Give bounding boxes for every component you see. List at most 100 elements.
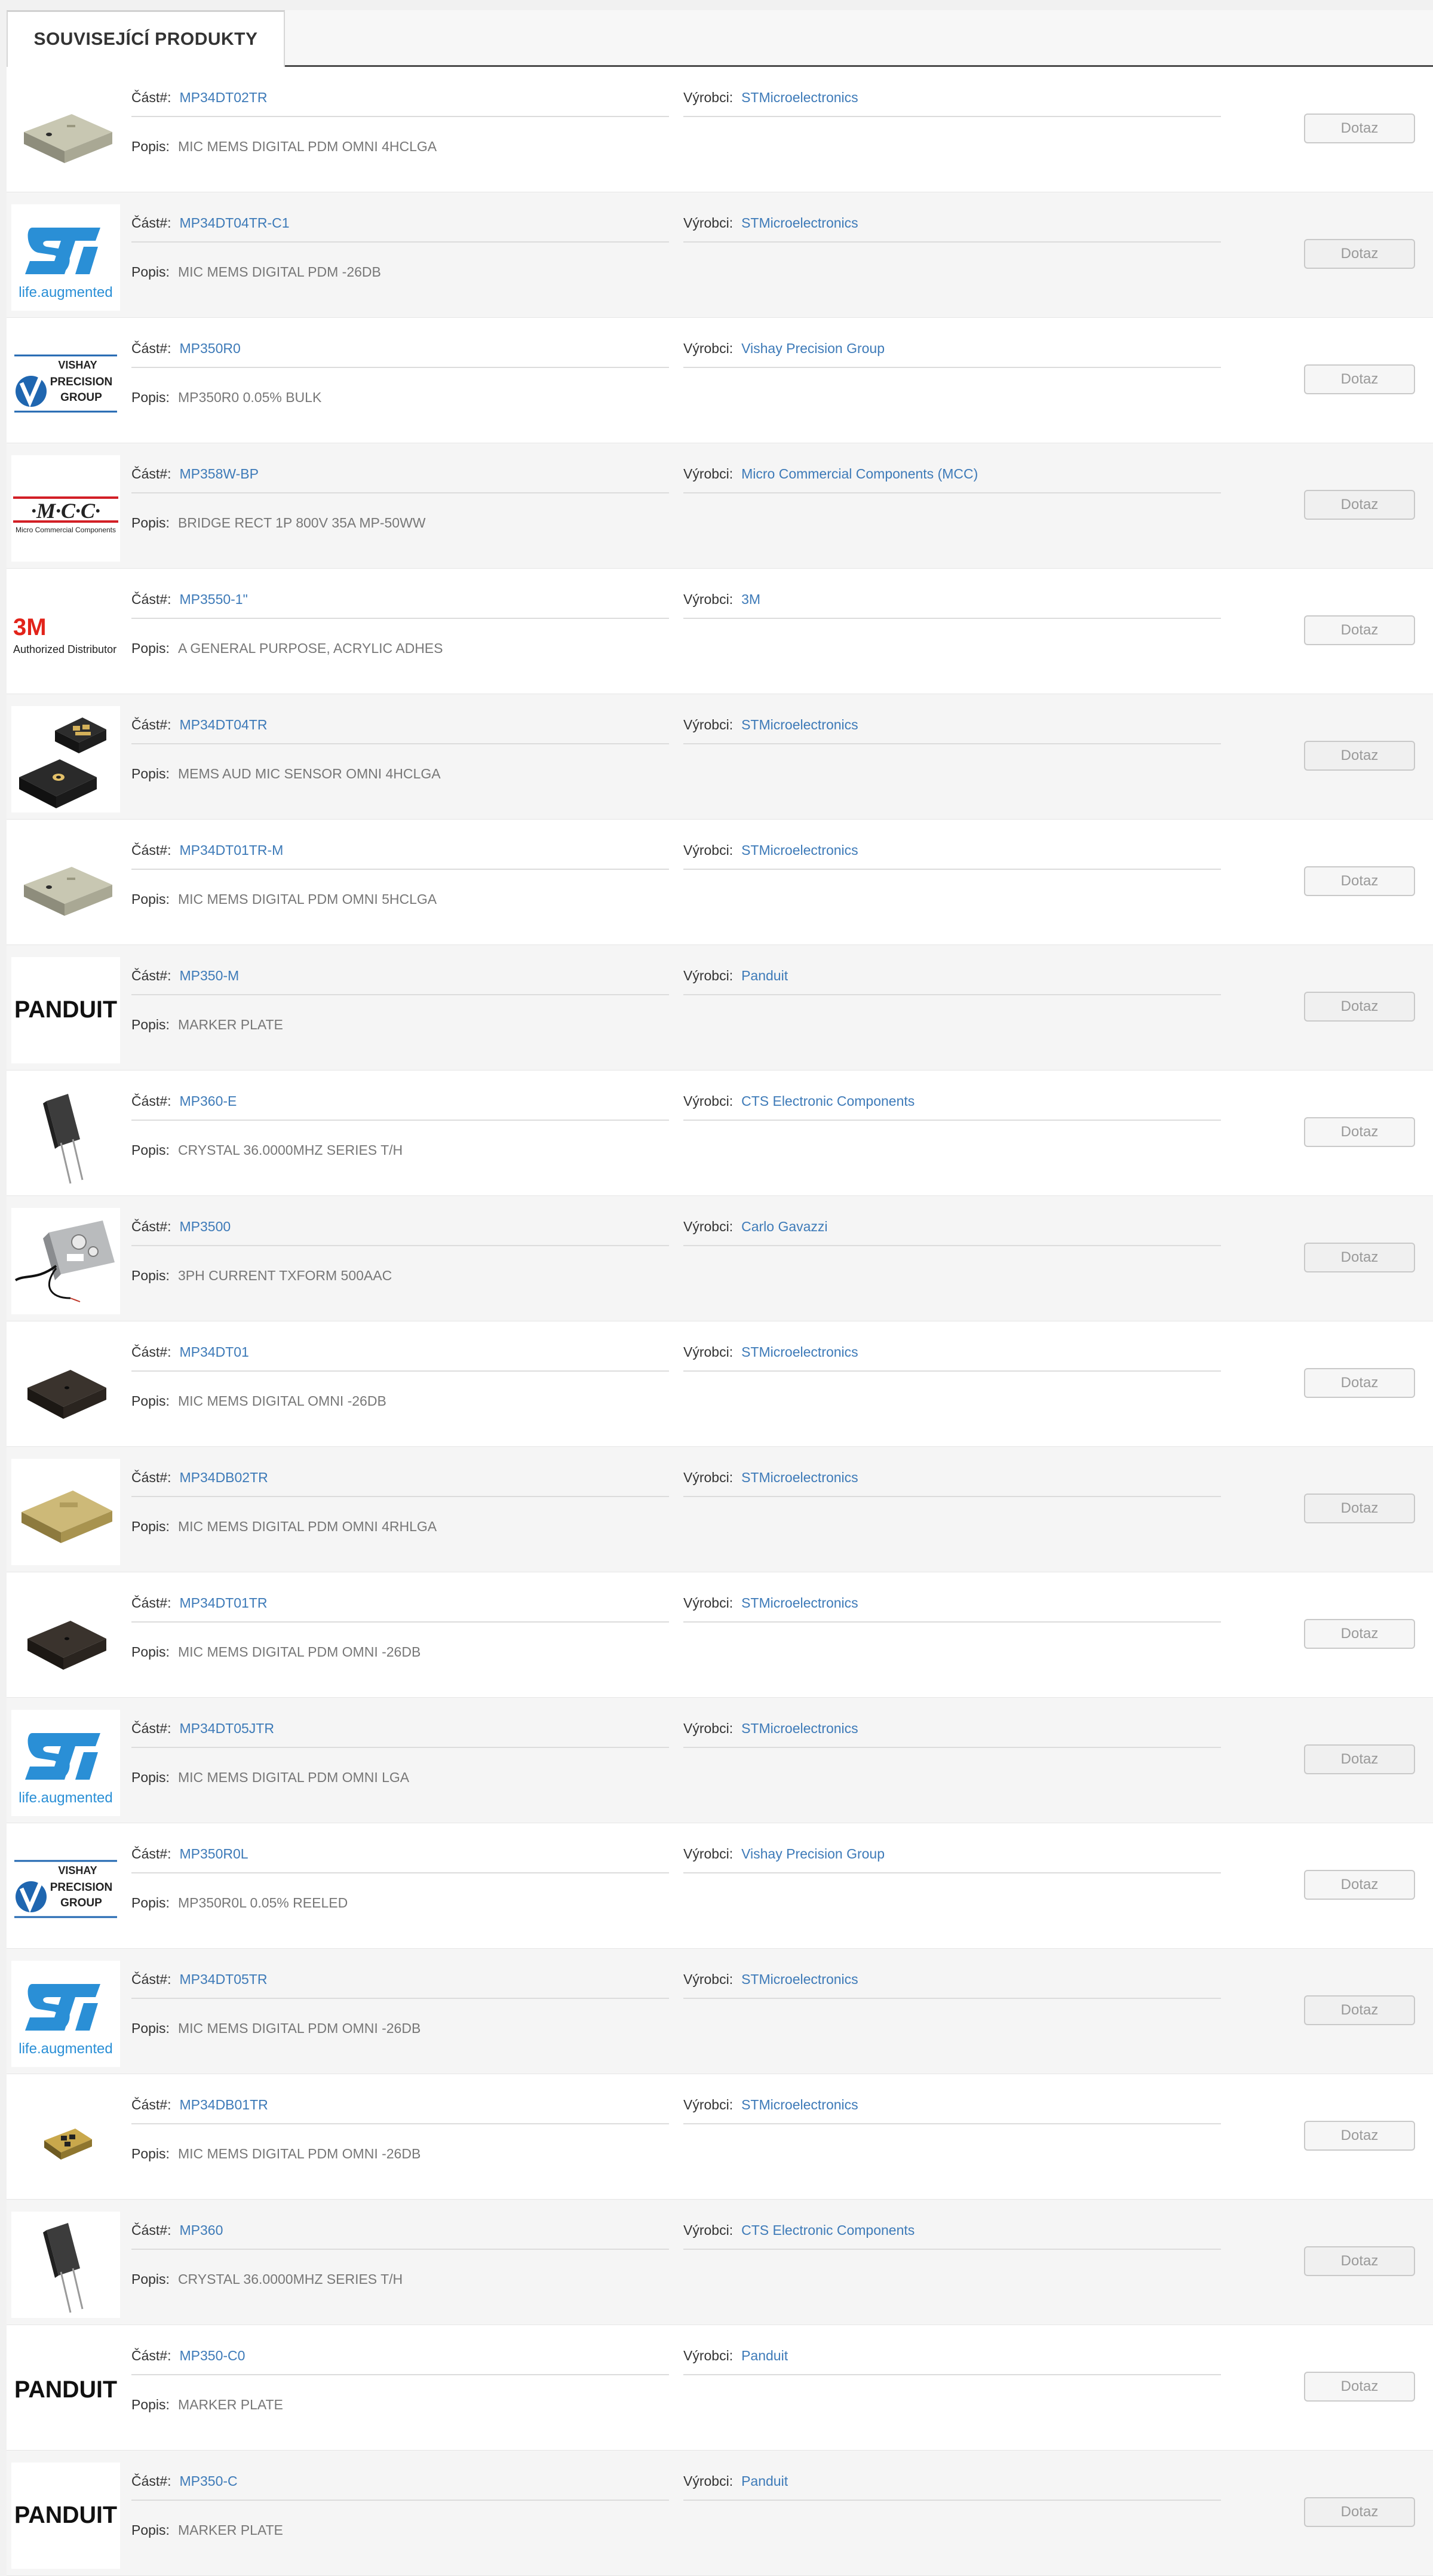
product-image[interactable]: life.augmented: [11, 204, 120, 311]
inquiry-button[interactable]: Dotaz: [1304, 2246, 1415, 2276]
inquiry-button[interactable]: Dotaz: [1304, 239, 1415, 269]
inquiry-button[interactable]: Dotaz: [1304, 2497, 1415, 2527]
manufacturer-link[interactable]: Carlo Gavazzi: [741, 1219, 827, 1234]
product-image[interactable]: [11, 2086, 120, 2192]
part-link[interactable]: MP350-C0: [179, 2348, 245, 2363]
part-link[interactable]: MP34DT04TR: [179, 717, 267, 732]
manufacturer-field: Výrobci: Vishay Precision Group: [683, 341, 1221, 368]
product-image[interactable]: [11, 1082, 120, 1189]
manufacturer-link[interactable]: Panduit: [741, 2348, 788, 2363]
part-link[interactable]: MP34DT04TR-C1: [179, 215, 289, 231]
part-link[interactable]: MP34DT01: [179, 1344, 248, 1360]
inquiry-button[interactable]: Dotaz: [1304, 1368, 1415, 1398]
svg-text:3M: 3M: [13, 614, 47, 640]
tab-related-products[interactable]: SOUVISEJÍCÍ PRODUKTY: [7, 10, 285, 67]
svg-text:Micro Commercial Components: Micro Commercial Components: [16, 526, 116, 534]
product-image[interactable]: VISHAY PRECISION GROUP: [11, 1835, 120, 1942]
manufacturer-link[interactable]: Vishay Precision Group: [741, 1846, 885, 1862]
product-image[interactable]: VISHAY PRECISION GROUP: [11, 330, 120, 436]
part-label: Část#:: [131, 2097, 171, 2112]
manufacturer-field: Výrobci: STMicroelectronics: [683, 2097, 1221, 2124]
part-link[interactable]: MP34DT01TR: [179, 1595, 267, 1611]
part-link[interactable]: MP34DT05TR: [179, 1971, 267, 1987]
inquiry-button[interactable]: Dotaz: [1304, 1494, 1415, 1523]
product-row: Část#: MP34DT02TR Výrobci: STMicroelectron…: [7, 67, 1433, 192]
manufacturer-link[interactable]: STMicroelectronics: [741, 1344, 858, 1360]
part-link[interactable]: MP350R0: [179, 341, 240, 356]
manufacturer-label: Výrobci:: [683, 2348, 734, 2363]
inquiry-button[interactable]: Dotaz: [1304, 1744, 1415, 1774]
inquiry-button[interactable]: Dotaz: [1304, 1117, 1415, 1147]
manufacturer-link[interactable]: STMicroelectronics: [741, 842, 858, 858]
inquiry-button[interactable]: Dotaz: [1304, 866, 1415, 896]
product-image[interactable]: [11, 832, 120, 938]
inquiry-button[interactable]: Dotaz: [1304, 2121, 1415, 2151]
svg-text:life.augmented: life.augmented: [19, 2041, 112, 2057]
product-image[interactable]: life.augmented: [11, 1710, 120, 1816]
black-chip-icon: [27, 1621, 106, 1670]
manufacturer-link[interactable]: Micro Commercial Components (MCC): [741, 466, 978, 482]
product-image[interactable]: [11, 79, 120, 185]
part-link[interactable]: MP350-C: [179, 2473, 237, 2489]
manufacturer-link[interactable]: CTS Electronic Components: [741, 2222, 915, 2238]
manufacturer-link[interactable]: STMicroelectronics: [741, 1721, 858, 1736]
manufacturer-link[interactable]: STMicroelectronics: [741, 2097, 858, 2112]
product-row: PANDUIT Část#: MP350-C Výrobci: Panduit Po…: [7, 2451, 1433, 2576]
manufacturer-link[interactable]: STMicroelectronics: [741, 1470, 858, 1485]
manufacturer-link[interactable]: STMicroelectronics: [741, 1971, 858, 1987]
manufacturer-link[interactable]: 3M: [741, 591, 760, 607]
product-image[interactable]: [11, 1459, 120, 1565]
product-image[interactable]: 3M Authorized Distributor: [11, 581, 120, 687]
part-link[interactable]: MP3500: [179, 1219, 231, 1234]
product-image[interactable]: PANDUIT: [11, 957, 120, 1063]
description-field: Popis: 3PH CURRENT TXFORM 500AAC: [131, 1268, 392, 1284]
part-link[interactable]: MP350-M: [179, 968, 239, 983]
part-label: Část#:: [131, 215, 171, 231]
part-link[interactable]: MP34DB02TR: [179, 1470, 268, 1485]
product-image[interactable]: ·M·C·C· Micro Commercial Components: [11, 455, 120, 562]
part-link[interactable]: MP34DB01TR: [179, 2097, 268, 2112]
product-image[interactable]: [11, 1584, 120, 1691]
inquiry-button[interactable]: Dotaz: [1304, 490, 1415, 520]
product-image[interactable]: [11, 706, 120, 812]
manufacturer-link[interactable]: Vishay Precision Group: [741, 341, 885, 356]
inquiry-button[interactable]: Dotaz: [1304, 1870, 1415, 1900]
inquiry-button[interactable]: Dotaz: [1304, 2372, 1415, 2402]
inquiry-button[interactable]: Dotaz: [1304, 364, 1415, 394]
product-image[interactable]: [11, 1208, 120, 1314]
part-link[interactable]: MP3550-1": [179, 591, 247, 607]
inquiry-button[interactable]: Dotaz: [1304, 615, 1415, 645]
product-image[interactable]: PANDUIT: [11, 2462, 120, 2569]
manufacturer-link[interactable]: STMicroelectronics: [741, 1595, 858, 1611]
part-link[interactable]: MP360-E: [179, 1093, 237, 1109]
part-link[interactable]: MP34DT02TR: [179, 90, 267, 105]
description-field: Popis: CRYSTAL 36.0000MHZ SERIES T/H: [131, 2271, 403, 2287]
inquiry-button[interactable]: Dotaz: [1304, 1243, 1415, 1272]
inquiry-button[interactable]: Dotaz: [1304, 1995, 1415, 2025]
part-link[interactable]: MP358W-BP: [179, 466, 259, 482]
inquiry-button[interactable]: Dotaz: [1304, 992, 1415, 1022]
inquiry-button[interactable]: Dotaz: [1304, 741, 1415, 771]
part-link[interactable]: MP34DT05JTR: [179, 1721, 274, 1736]
product-image[interactable]: [11, 2212, 120, 2318]
manufacturer-label: Výrobci:: [683, 842, 734, 858]
manufacturer-link[interactable]: CTS Electronic Components: [741, 1093, 915, 1109]
description-text: CRYSTAL 36.0000MHZ SERIES T/H: [177, 1142, 403, 1158]
manufacturer-link[interactable]: STMicroelectronics: [741, 717, 858, 732]
inquiry-button[interactable]: Dotaz: [1304, 1619, 1415, 1649]
product-image[interactable]: life.augmented: [11, 1961, 120, 2067]
part-link[interactable]: MP360: [179, 2222, 223, 2238]
manufacturer-link[interactable]: Panduit: [741, 2473, 788, 2489]
description-text: A GENERAL PURPOSE, ACRYLIC ADHES: [177, 640, 443, 656]
inquiry-button[interactable]: Dotaz: [1304, 114, 1415, 143]
manufacturer-field: Výrobci: STMicroelectronics: [683, 90, 1221, 117]
part-label: Část#:: [131, 842, 171, 858]
manufacturer-link[interactable]: STMicroelectronics: [741, 90, 858, 105]
manufacturer-link[interactable]: Panduit: [741, 968, 788, 983]
product-image[interactable]: PANDUIT: [11, 2337, 120, 2443]
product-image[interactable]: [11, 1333, 120, 1440]
part-link[interactable]: MP350R0L: [179, 1846, 248, 1862]
manufacturer-link[interactable]: STMicroelectronics: [741, 215, 858, 231]
product-row: Část#: MP3500 Výrobci: Carlo Gavazzi Popis…: [7, 1196, 1433, 1321]
part-link[interactable]: MP34DT01TR-M: [179, 842, 283, 858]
